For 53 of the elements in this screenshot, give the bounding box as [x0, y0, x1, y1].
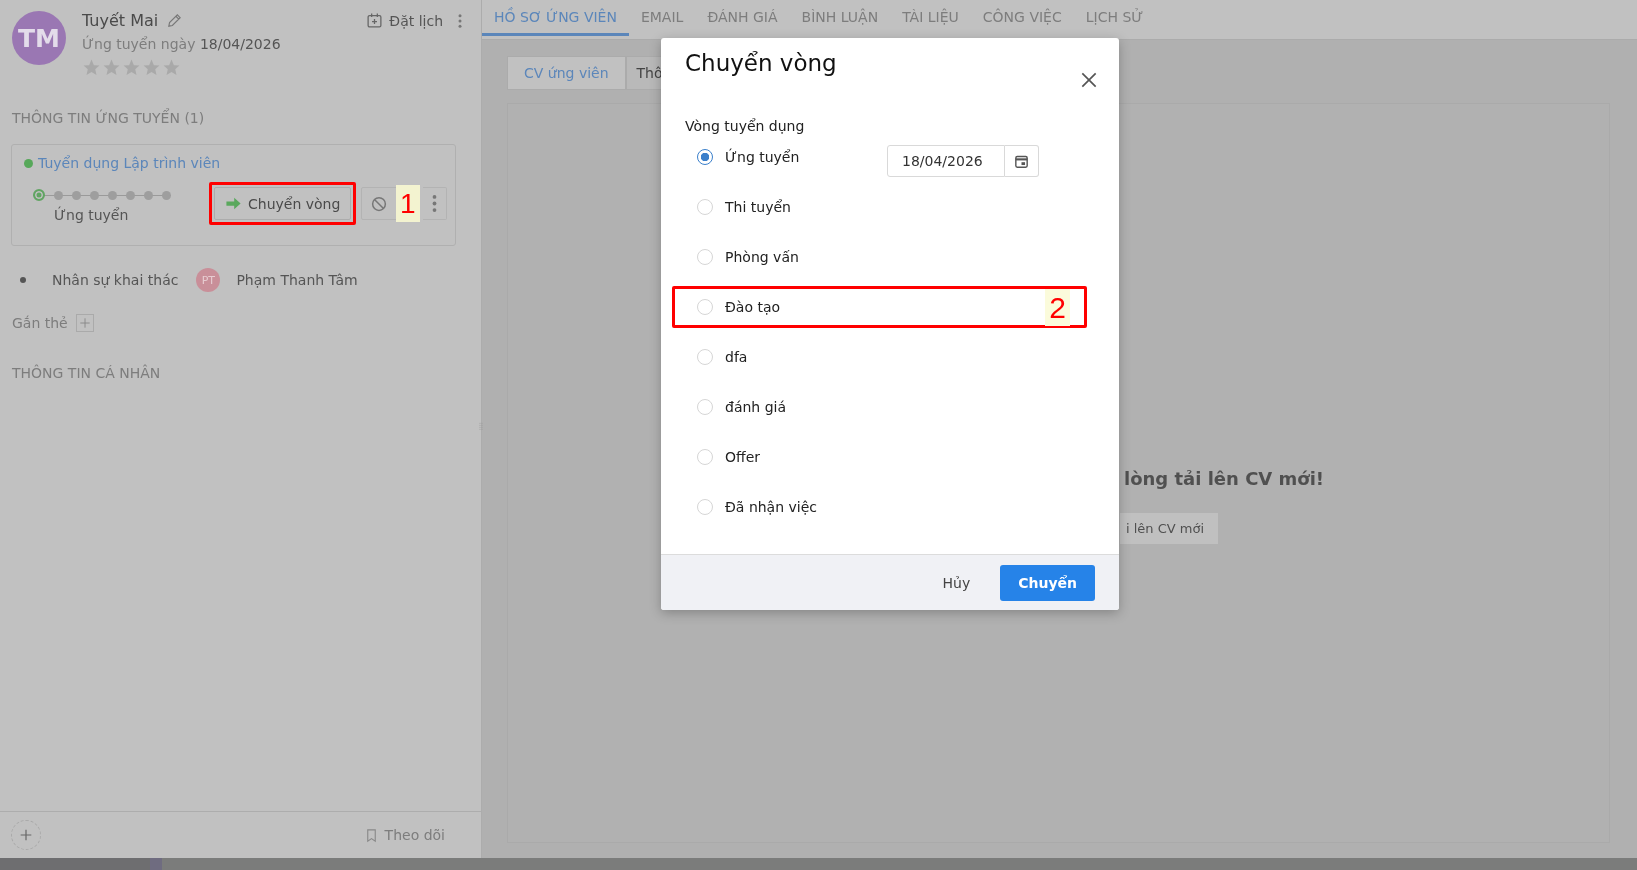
- round-option[interactable]: đánh giá: [697, 399, 787, 415]
- move-round-button[interactable]: Chuyển vòng: [214, 187, 352, 220]
- more-icon: [432, 195, 438, 212]
- tags-label: Gắn thẻ: [12, 315, 68, 331]
- tab[interactable]: LỊCH SỬ: [1073, 0, 1156, 36]
- round-option[interactable]: dfa: [697, 349, 748, 365]
- candidate-name: Tuyết Mai: [82, 11, 159, 30]
- step-number: 1: [396, 185, 420, 222]
- sub-tab[interactable]: Thô: [625, 56, 662, 90]
- plus-icon: [77, 316, 92, 330]
- star-icon[interactable]: [102, 58, 121, 77]
- arrow-right-icon: [225, 195, 242, 212]
- avatar: TM: [12, 11, 66, 65]
- star-icon[interactable]: [142, 58, 161, 77]
- round-option[interactable]: Đào tạo: [697, 299, 781, 315]
- radio-button[interactable]: [697, 149, 713, 165]
- more-button[interactable]: [423, 187, 448, 220]
- block-icon: [370, 194, 389, 213]
- recruiter-name: Phạm Thanh Tâm: [236, 272, 358, 288]
- round-option[interactable]: Đã nhận việc: [697, 499, 817, 515]
- reject-button[interactable]: [361, 187, 398, 220]
- stage-label: Ứng tuyển: [53, 207, 129, 223]
- close-icon: [1079, 70, 1099, 90]
- applied-date-text: Ứng tuyển ngày 18/04/2026: [82, 36, 282, 52]
- section-title: THÔNG TIN CÁ NHÂN: [11, 365, 162, 381]
- step-number: 2: [1045, 289, 1070, 326]
- section-title: THÔNG TIN ỨNG TUYỂN (1): [11, 110, 206, 126]
- date-field[interactable]: 18/04/2026: [887, 145, 1005, 177]
- cancel-button[interactable]: Hủy: [936, 573, 977, 592]
- bullet-icon: [20, 277, 26, 283]
- tab[interactable]: BÌNH LUẬN: [789, 0, 891, 36]
- round-option[interactable]: Ứng tuyển: [697, 149, 800, 165]
- star-icon[interactable]: [122, 58, 141, 77]
- calendar-plus-icon: [366, 12, 384, 29]
- pencil-icon[interactable]: [166, 12, 184, 29]
- star-icon[interactable]: [82, 58, 101, 77]
- follow-button[interactable]: Theo dõi: [357, 826, 451, 844]
- dialog-title: Chuyển vòng: [685, 50, 837, 78]
- field-label: Vòng tuyển dụng: [685, 118, 806, 134]
- avatar: PT: [196, 268, 221, 292]
- date-picker-button[interactable]: [1005, 145, 1039, 177]
- round-option[interactable]: Phòng vấn: [697, 249, 799, 265]
- confirm-button[interactable]: Chuyển: [1000, 564, 1095, 601]
- add-tag-button[interactable]: [75, 314, 94, 332]
- round-option[interactable]: Offer: [697, 449, 761, 465]
- upload-button[interactable]: i lên CV mới: [1120, 513, 1219, 544]
- empty-message: lòng tải lên CV mới!: [1124, 468, 1325, 489]
- star-icon[interactable]: [162, 58, 181, 77]
- recruiter-label: Nhân sự khai thác: [52, 272, 179, 288]
- schedule-button[interactable]: Đặt lịch: [366, 12, 443, 29]
- plus-icon: [18, 827, 34, 843]
- tab[interactable]: ĐÁNH GIÁ: [695, 0, 790, 36]
- round-option[interactable]: Thi tuyển: [697, 199, 791, 215]
